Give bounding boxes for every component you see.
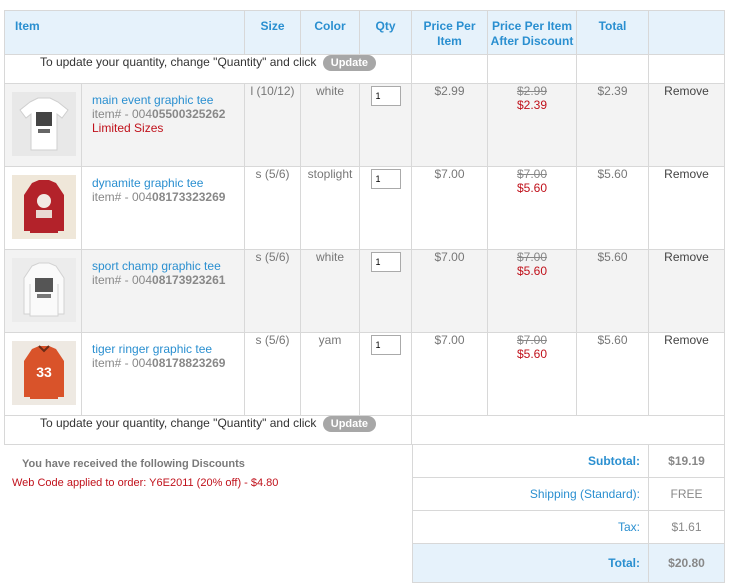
item-sku: item# - 00405500325262 [92,107,226,121]
item-price: $7.00 [411,249,488,333]
quantity-input[interactable] [370,252,401,272]
remove-link[interactable]: Remove [648,83,725,167]
item-color: white [300,83,360,167]
header-price-per-item: Price Per Item [411,10,488,55]
update-button[interactable]: Update [322,55,377,71]
tax-value: $1.61 [648,510,725,544]
cart-item-row: dynamite graphic tee item# - 00408173323… [4,166,725,250]
item-total: $2.39 [576,83,649,167]
total-value: $20.80 [648,543,725,583]
item-sku: item# - 00408173323269 [92,190,226,204]
update-row-bottom: To update your quantity, change "Quantit… [4,415,725,445]
original-price: $2.99 [516,84,548,98]
original-price: $7.00 [516,167,548,181]
discounts-title: You have received the following Discount… [22,458,245,470]
header-color: Color [300,10,360,55]
item-name-link[interactable]: tiger ringer graphic tee [92,342,244,356]
item-total: $5.60 [576,332,649,416]
original-price: $7.00 [516,333,548,347]
item-price: $7.00 [411,332,488,416]
item-color: yam [300,332,360,416]
cart-item-row: 33 tiger ringer graphic tee item# - 0040… [4,332,725,416]
item-total: $5.60 [576,166,649,250]
discount-code-line: Web Code applied to order: Y6E2011 (20% … [12,477,279,489]
shipping-row: Shipping (Standard): FREE [412,477,725,511]
cart-item-row: main event graphic tee item# - 004055003… [4,83,725,167]
svg-text:33: 33 [36,364,52,380]
item-size: l (10/12) [244,83,301,167]
header-item: Item [4,10,245,55]
discounted-price: $2.39 [516,98,548,112]
totals-table: Subtotal: $19.19 Shipping (Standard): FR… [412,444,725,583]
item-color: stoplight [300,166,360,250]
header-qty: Qty [359,10,412,55]
cart-table: Item Size Color Qty Price Per Item Price… [4,10,725,445]
remove-link[interactable]: Remove [648,249,725,333]
original-price: $7.00 [516,250,548,264]
update-button[interactable]: Update [322,416,377,432]
item-name-link[interactable]: main event graphic tee [92,93,244,107]
discounted-price: $5.60 [516,347,548,361]
item-sku: item# - 00408178823269 [92,356,226,370]
item-name-link[interactable]: dynamite graphic tee [92,176,244,190]
limited-sizes-note: Limited Sizes [92,121,164,135]
item-size: s (5/6) [244,249,301,333]
cart-item-row: sport champ graphic tee item# - 00408173… [4,249,725,333]
tax-label: Tax: [412,510,649,544]
item-size: s (5/6) [244,332,301,416]
discounts-panel: You have received the following Discount… [4,444,412,580]
discounted-price: $5.60 [516,264,548,278]
order-summary-area: You have received the following Discount… [4,444,725,583]
total-row: Total: $20.80 [412,543,725,583]
header-total: Total [576,10,649,55]
update-row-top: To update your quantity, change "Quantit… [4,54,725,84]
white-graphic-tee-image[interactable] [12,92,76,156]
header-price-after-discount: Price Per Item After Discount [487,10,577,55]
white-longsleeve-tee-image[interactable] [12,258,76,322]
update-notice: To update your quantity, change "Quantit… [4,415,412,445]
remove-link[interactable]: Remove [648,332,725,416]
subtotal-label: Subtotal: [412,444,649,478]
remove-link[interactable]: Remove [648,166,725,250]
subtotal-value: $19.19 [648,444,725,478]
item-sku: item# - 00408173923261 [92,273,226,287]
tax-row: Tax: $1.61 [412,510,725,544]
update-notice: To update your quantity, change "Quantit… [4,54,412,84]
total-label: Total: [412,543,649,583]
quantity-input[interactable] [370,335,401,355]
update-notice-text: To update your quantity, change "Quantit… [39,55,317,69]
item-total: $5.60 [576,249,649,333]
update-notice-text: To update your quantity, change "Quantit… [39,416,317,430]
item-price: $7.00 [411,166,488,250]
orange-ringer-tee-image[interactable]: 33 [12,341,76,405]
cart-header-row: Item Size Color Qty Price Per Item Price… [4,10,725,55]
header-size: Size [244,10,301,55]
header-actions [648,10,725,55]
item-color: white [300,249,360,333]
item-name-link[interactable]: sport champ graphic tee [92,259,244,273]
shipping-label: Shipping (Standard): [412,477,649,511]
item-price: $2.99 [411,83,488,167]
shipping-value: FREE [648,477,725,511]
quantity-input[interactable] [370,86,401,106]
subtotal-row: Subtotal: $19.19 [412,444,725,478]
red-longsleeve-tee-image[interactable] [12,175,76,239]
discounted-price: $5.60 [516,181,548,195]
item-size: s (5/6) [244,166,301,250]
quantity-input[interactable] [370,169,401,189]
